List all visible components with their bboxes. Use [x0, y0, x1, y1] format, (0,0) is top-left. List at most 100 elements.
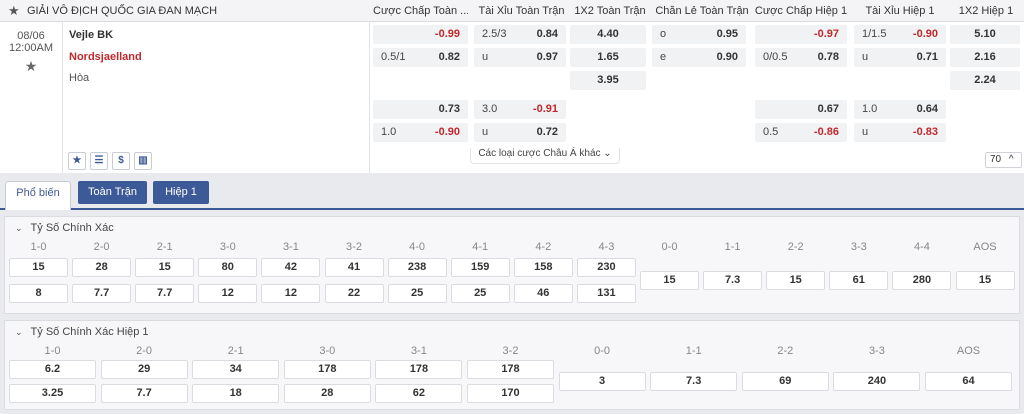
dollar-icon[interactable]: $ — [112, 152, 130, 170]
odds-box[interactable]: 18 — [192, 384, 280, 403]
col-ou-ft: Tài Xỉu Toàn Trận — [478, 4, 565, 17]
odds-box[interactable]: 25 — [450, 284, 510, 303]
score-label: 2-1 — [227, 345, 244, 357]
odds-cell[interactable]: 2.5/3 0.84 — [474, 25, 566, 44]
odds-box[interactable]: 7.3 — [650, 372, 738, 391]
odds-cell[interactable]: u 0.72 — [474, 123, 566, 142]
odds-box[interactable]: 159 — [450, 258, 510, 277]
odds-cell[interactable]: 3.95 — [570, 71, 646, 90]
more-asian-bets-toggle[interactable]: Các loại cược Châu Á khác ⌄ — [470, 148, 620, 164]
odds-box[interactable]: 46 — [513, 284, 573, 303]
odds-box[interactable]: 3.25 — [9, 384, 96, 403]
odds-cell[interactable]: 2.16 — [950, 48, 1020, 67]
odds-box[interactable]: 131 — [576, 284, 636, 303]
odds-box[interactable]: 7.7 — [135, 284, 195, 303]
favorite-star-icon[interactable]: ★ — [0, 58, 62, 75]
odds-cell[interactable]: 0.5/1 0.82 — [373, 48, 468, 67]
match-time-cell: 08/06 12:00AM ★ — [0, 22, 63, 173]
odds-box[interactable]: 28 — [283, 384, 371, 403]
score-label: AOS — [956, 345, 981, 357]
odds-box[interactable]: 29 — [100, 360, 188, 379]
odds-box[interactable]: 42 — [261, 258, 321, 277]
odds-cell[interactable]: 0.5 -0.86 — [755, 123, 847, 142]
odds-box[interactable]: 6.2 — [9, 360, 96, 379]
odds-box[interactable]: 22 — [324, 284, 384, 303]
odds-cell[interactable]: -0.97 — [755, 25, 847, 44]
odds-box[interactable]: 178 — [467, 360, 554, 379]
odds-box[interactable]: 3 — [558, 372, 646, 391]
tab-popular[interactable]: Phổ biến — [5, 181, 71, 210]
chevron-down-icon: ⌄ — [15, 223, 23, 233]
odds-cell[interactable]: u 0.71 — [854, 48, 946, 67]
odds-box[interactable]: 230 — [576, 258, 636, 277]
odds-cell[interactable]: 2.24 — [950, 71, 1020, 90]
odds-box[interactable]: 158 — [513, 258, 573, 277]
odds-box[interactable]: 64 — [925, 372, 1012, 391]
section-title[interactable]: ⌄ Tỷ Số Chính Xác — [15, 222, 114, 234]
score-label: 3-3 — [868, 345, 885, 357]
odds-box[interactable]: 62 — [375, 384, 463, 403]
score-label: 3-2 — [346, 241, 362, 253]
odds-box[interactable]: 80 — [198, 258, 258, 277]
section-title[interactable]: ⌄ Tỷ Số Chính Xác Hiệp 1 — [15, 326, 149, 338]
odds-box[interactable]: 7.7 — [100, 384, 188, 403]
col-hdp-h1: Cược Chấp Hiệp 1 — [754, 4, 848, 17]
tab-full-time[interactable]: Toàn Trận — [78, 181, 147, 204]
odds-box[interactable]: 15 — [135, 258, 195, 277]
markets-count-button[interactable]: 70 ^ — [985, 152, 1022, 168]
odds-box[interactable]: 178 — [375, 360, 463, 379]
odds-box[interactable]: 69 — [741, 372, 829, 391]
odds-cell[interactable]: 0/0.5 0.78 — [755, 48, 847, 67]
odds-cell[interactable]: 4.40 — [570, 25, 646, 44]
odds-cell[interactable]: 1.65 — [570, 48, 646, 67]
score-label: 2-2 — [777, 345, 794, 357]
odds-box[interactable]: 15 — [640, 271, 699, 290]
odds-page: ★ GIẢI VÔ ĐỊCH QUỐC GIA ĐAN MẠCH Cược Ch… — [0, 0, 1024, 414]
odds-cell[interactable]: u 0.97 — [474, 48, 566, 67]
odds-box[interactable]: 8 — [9, 284, 68, 303]
odds-box[interactable]: 61 — [829, 271, 889, 290]
score-label: AOS — [973, 241, 997, 253]
odds-cell[interactable]: 1.0 -0.90 — [373, 123, 468, 142]
odds-box[interactable]: 34 — [192, 360, 280, 379]
odds-box[interactable]: 170 — [467, 384, 554, 403]
odds-box[interactable]: 178 — [283, 360, 371, 379]
score-label: 1-0 — [44, 345, 61, 357]
odds-box[interactable]: 15 — [9, 258, 68, 277]
odds-cell[interactable]: 1.0 0.64 — [854, 100, 946, 119]
odds-cell[interactable]: 1/1.5 -0.90 — [854, 25, 946, 44]
odds-cell[interactable]: u -0.83 — [854, 123, 946, 142]
odds-box[interactable]: 25 — [387, 284, 447, 303]
odds-box[interactable]: 12 — [198, 284, 258, 303]
odds-cell[interactable]: o 0.95 — [652, 25, 746, 44]
odds-box[interactable]: 240 — [833, 372, 921, 391]
score-label: 1-1 — [724, 241, 741, 253]
score-label: 3-3 — [850, 241, 867, 253]
odds-box[interactable]: 28 — [72, 258, 132, 277]
odds-box[interactable]: 15 — [766, 271, 826, 290]
odds-cell[interactable]: 0.73 — [373, 100, 468, 119]
col-oe-ft: Chẵn Lẻ Toàn Trận — [655, 4, 749, 17]
odds-cell[interactable]: e 0.90 — [652, 48, 746, 67]
odds-box[interactable]: 280 — [892, 271, 952, 290]
score-label: 4-0 — [409, 241, 426, 253]
odds-cell[interactable]: -0.99 — [373, 25, 468, 44]
odds-box[interactable]: 41 — [324, 258, 384, 277]
score-label: 3-0 — [219, 241, 236, 253]
odds-box[interactable]: 12 — [261, 284, 321, 303]
tab-first-half[interactable]: Hiệp 1 — [153, 181, 209, 204]
odds-box[interactable]: 15 — [955, 271, 1015, 290]
odds-box[interactable]: 7.3 — [703, 271, 763, 290]
score-label: 3-0 — [319, 345, 336, 357]
stats-icon[interactable]: ▥ — [134, 152, 152, 170]
score-label: 2-2 — [787, 241, 804, 253]
odds-cell[interactable]: 3.0 -0.91 — [474, 100, 566, 119]
odds-cell[interactable]: 0.67 — [755, 100, 847, 119]
list-icon[interactable]: ☰ — [90, 152, 108, 170]
odds-box[interactable]: 238 — [387, 258, 447, 277]
match-tools: ★ ☰ $ ▥ — [68, 152, 152, 170]
star-icon[interactable]: ★ — [68, 152, 86, 170]
odds-cell[interactable]: 5.10 — [950, 25, 1020, 44]
star-icon[interactable]: ★ — [8, 3, 22, 19]
odds-box[interactable]: 7.7 — [72, 284, 132, 303]
